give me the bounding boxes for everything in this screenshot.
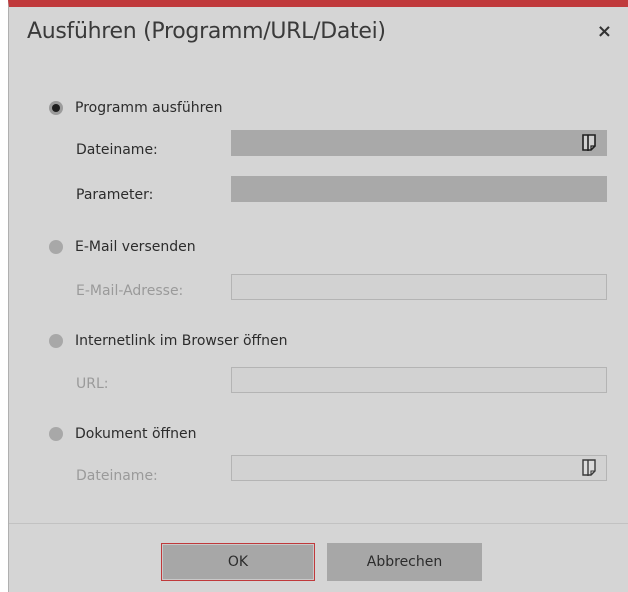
program-filename-input[interactable] xyxy=(231,130,607,156)
dialog-content: Programm ausführen Dateiname: Parameter:… xyxy=(9,57,628,523)
folder-open-icon[interactable] xyxy=(582,459,596,477)
radio-program-indicator[interactable] xyxy=(49,101,63,115)
weblink-url-label: URL: xyxy=(76,376,109,392)
radio-weblink-label: Internetlink im Browser öffnen xyxy=(75,333,288,349)
radio-email[interactable]: E-Mail versenden xyxy=(49,239,196,255)
radio-document-indicator[interactable] xyxy=(49,427,63,441)
radio-program[interactable]: Programm ausführen xyxy=(49,100,223,116)
radio-email-label: E-Mail versenden xyxy=(75,239,196,255)
radio-document[interactable]: Dokument öffnen xyxy=(49,426,197,442)
document-filename-input[interactable] xyxy=(231,455,607,481)
folder-open-icon[interactable] xyxy=(582,134,596,152)
program-parameter-input[interactable] xyxy=(231,176,607,202)
cancel-button[interactable]: Abbrechen xyxy=(327,543,482,581)
title-bar: Ausführen (Programm/URL/Datei) × xyxy=(9,7,628,57)
close-icon[interactable]: × xyxy=(597,21,612,42)
email-address-label: E-Mail-Adresse: xyxy=(76,283,184,299)
radio-program-label: Programm ausführen xyxy=(75,100,223,116)
ok-button[interactable]: OK xyxy=(161,543,315,581)
email-address-input[interactable] xyxy=(231,274,607,300)
dialog-title: Ausführen (Programm/URL/Datei) xyxy=(27,19,386,44)
radio-weblink[interactable]: Internetlink im Browser öffnen xyxy=(49,333,288,349)
radio-email-indicator[interactable] xyxy=(49,240,63,254)
dialog-footer: OK Abbrechen xyxy=(9,524,628,592)
radio-document-label: Dokument öffnen xyxy=(75,426,197,442)
run-dialog: Ausführen (Programm/URL/Datei) × Program… xyxy=(8,0,628,592)
document-filename-label: Dateiname: xyxy=(76,468,158,484)
program-filename-label: Dateiname: xyxy=(76,142,158,158)
weblink-url-input[interactable] xyxy=(231,367,607,393)
radio-weblink-indicator[interactable] xyxy=(49,334,63,348)
program-parameter-label: Parameter: xyxy=(76,187,154,203)
